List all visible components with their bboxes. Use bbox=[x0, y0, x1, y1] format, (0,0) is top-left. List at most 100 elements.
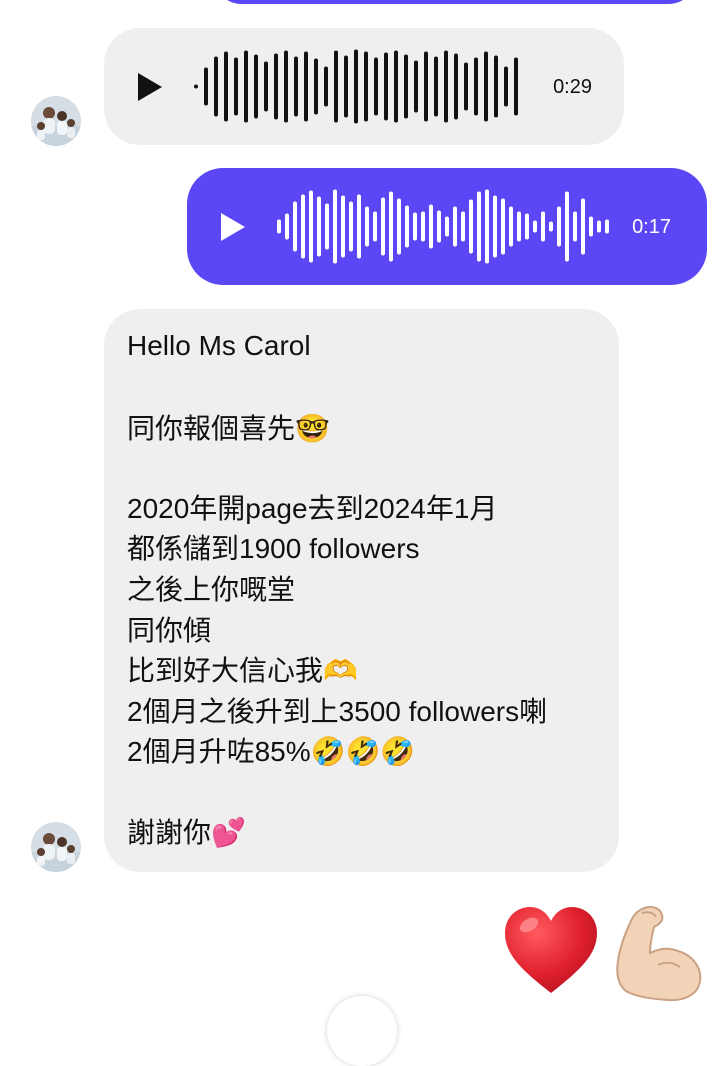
waveform-bar bbox=[414, 60, 418, 113]
waveform-bar bbox=[285, 213, 289, 240]
waveform-bar bbox=[605, 219, 609, 234]
waveform-bar bbox=[493, 195, 497, 258]
waveform-bar bbox=[469, 199, 473, 254]
waveform-bar bbox=[484, 51, 488, 122]
waveform-bar bbox=[324, 66, 328, 107]
avatar[interactable] bbox=[31, 96, 81, 146]
waveform-bar bbox=[541, 211, 545, 242]
waveform-bar bbox=[384, 52, 388, 121]
message-line: 比到好大信心我🫶 bbox=[127, 655, 358, 686]
waveform-bar bbox=[334, 50, 338, 123]
waveform-bar bbox=[434, 56, 438, 117]
waveform-bar bbox=[293, 201, 297, 252]
waveform-bar bbox=[389, 191, 393, 262]
message-line: 2020年開page去到2024年1月 bbox=[127, 493, 498, 524]
waveform-bar bbox=[557, 206, 561, 247]
waveform-bar bbox=[394, 50, 398, 123]
waveform-bar bbox=[404, 54, 408, 119]
message-line: 同你報個喜先🤓 bbox=[127, 413, 330, 444]
message-line: 謝謝你💕 bbox=[127, 817, 246, 848]
waveform-bar bbox=[589, 216, 593, 237]
message-line: 2個月之後升到上3500 followers喇 bbox=[127, 696, 548, 727]
waveform-bar bbox=[365, 206, 369, 247]
incoming-voice-message[interactable]: 0:29 bbox=[104, 28, 624, 145]
waveform-bar bbox=[314, 58, 318, 115]
play-icon[interactable] bbox=[221, 213, 245, 241]
waveform-bar bbox=[517, 211, 521, 242]
message-line: 都係儲到1900 followers bbox=[127, 533, 420, 564]
waveform-bar bbox=[504, 66, 508, 107]
waveform-bar bbox=[581, 198, 585, 255]
waveform-bar bbox=[317, 196, 321, 257]
waveform-bar bbox=[364, 51, 368, 122]
audio-waveform[interactable] bbox=[273, 168, 613, 285]
message-line: Hello Ms Carol bbox=[127, 330, 311, 361]
waveform-bar bbox=[413, 212, 417, 241]
waveform-bar bbox=[214, 56, 218, 117]
incoming-text-message[interactable]: Hello Ms Carol 同你報個喜先🤓 2020年開page去到2024年… bbox=[104, 309, 619, 872]
waveform-bar bbox=[381, 197, 385, 256]
waveform-bar bbox=[444, 50, 448, 123]
heart-emoji[interactable] bbox=[503, 905, 599, 1002]
waveform-bar bbox=[333, 189, 337, 264]
waveform-bar bbox=[565, 191, 569, 262]
waveform-bar bbox=[509, 206, 513, 247]
waveform-bar bbox=[294, 56, 298, 117]
waveform-bar bbox=[301, 194, 305, 259]
waveform-bar bbox=[194, 84, 198, 89]
waveform-bar bbox=[254, 54, 258, 119]
waveform-bar bbox=[373, 211, 377, 242]
play-icon[interactable] bbox=[138, 73, 162, 101]
waveform-bar bbox=[224, 51, 228, 122]
waveform-bar bbox=[277, 219, 281, 234]
waveform-bar bbox=[429, 204, 433, 249]
waveform-bar bbox=[397, 198, 401, 255]
waveform-bar bbox=[474, 57, 478, 116]
voice-duration: 0:29 bbox=[553, 76, 592, 98]
waveform-bar bbox=[477, 191, 481, 262]
waveform-bar bbox=[424, 51, 428, 122]
waveform-bar bbox=[274, 53, 278, 120]
waveform-bar bbox=[349, 201, 353, 252]
message-line: 之後上你嘅堂 bbox=[127, 574, 296, 605]
message-line: 同你傾 bbox=[127, 615, 212, 646]
waveform-bar bbox=[485, 189, 489, 264]
audio-waveform[interactable] bbox=[190, 28, 530, 145]
waveform-bar bbox=[341, 195, 345, 258]
waveform-bar bbox=[421, 211, 425, 242]
waveform-bar bbox=[374, 57, 378, 116]
waveform-bar bbox=[525, 213, 529, 240]
waveform-bar bbox=[304, 51, 308, 122]
waveform-bar bbox=[453, 206, 457, 247]
waveform-bar bbox=[284, 50, 288, 123]
waveform-bar bbox=[204, 67, 208, 106]
waveform-bar bbox=[597, 220, 601, 233]
waveform-bar bbox=[234, 57, 238, 116]
waveform-bar bbox=[325, 203, 329, 250]
waveform-bar bbox=[244, 50, 248, 123]
waveform-bar bbox=[573, 211, 577, 242]
message-line: 2個月升咗85%🤣🤣🤣 bbox=[127, 736, 416, 767]
waveform-bar bbox=[437, 210, 441, 243]
waveform-bar bbox=[354, 49, 358, 124]
waveform-bar bbox=[494, 55, 498, 118]
waveform-bar bbox=[464, 62, 468, 111]
outgoing-voice-message[interactable]: 0:17 bbox=[187, 168, 707, 285]
voice-duration: 0:17 bbox=[632, 216, 671, 238]
waveform-bar bbox=[533, 220, 537, 233]
waveform-bar bbox=[445, 216, 449, 237]
waveform-bar bbox=[309, 190, 313, 263]
waveform-bar bbox=[405, 205, 409, 248]
waveform-bar bbox=[357, 194, 361, 259]
previous-outgoing-bubble bbox=[212, 0, 698, 4]
waveform-bar bbox=[264, 61, 268, 112]
waveform-bar bbox=[461, 211, 465, 242]
waveform-bar bbox=[501, 198, 505, 255]
waveform-bar bbox=[344, 55, 348, 118]
waveform-bar bbox=[514, 57, 518, 116]
scroll-down-button[interactable] bbox=[327, 996, 397, 1066]
waveform-bar bbox=[454, 53, 458, 120]
waveform-bar bbox=[549, 221, 553, 232]
avatar[interactable] bbox=[31, 822, 81, 872]
flexed-biceps-emoji[interactable] bbox=[612, 905, 704, 1008]
